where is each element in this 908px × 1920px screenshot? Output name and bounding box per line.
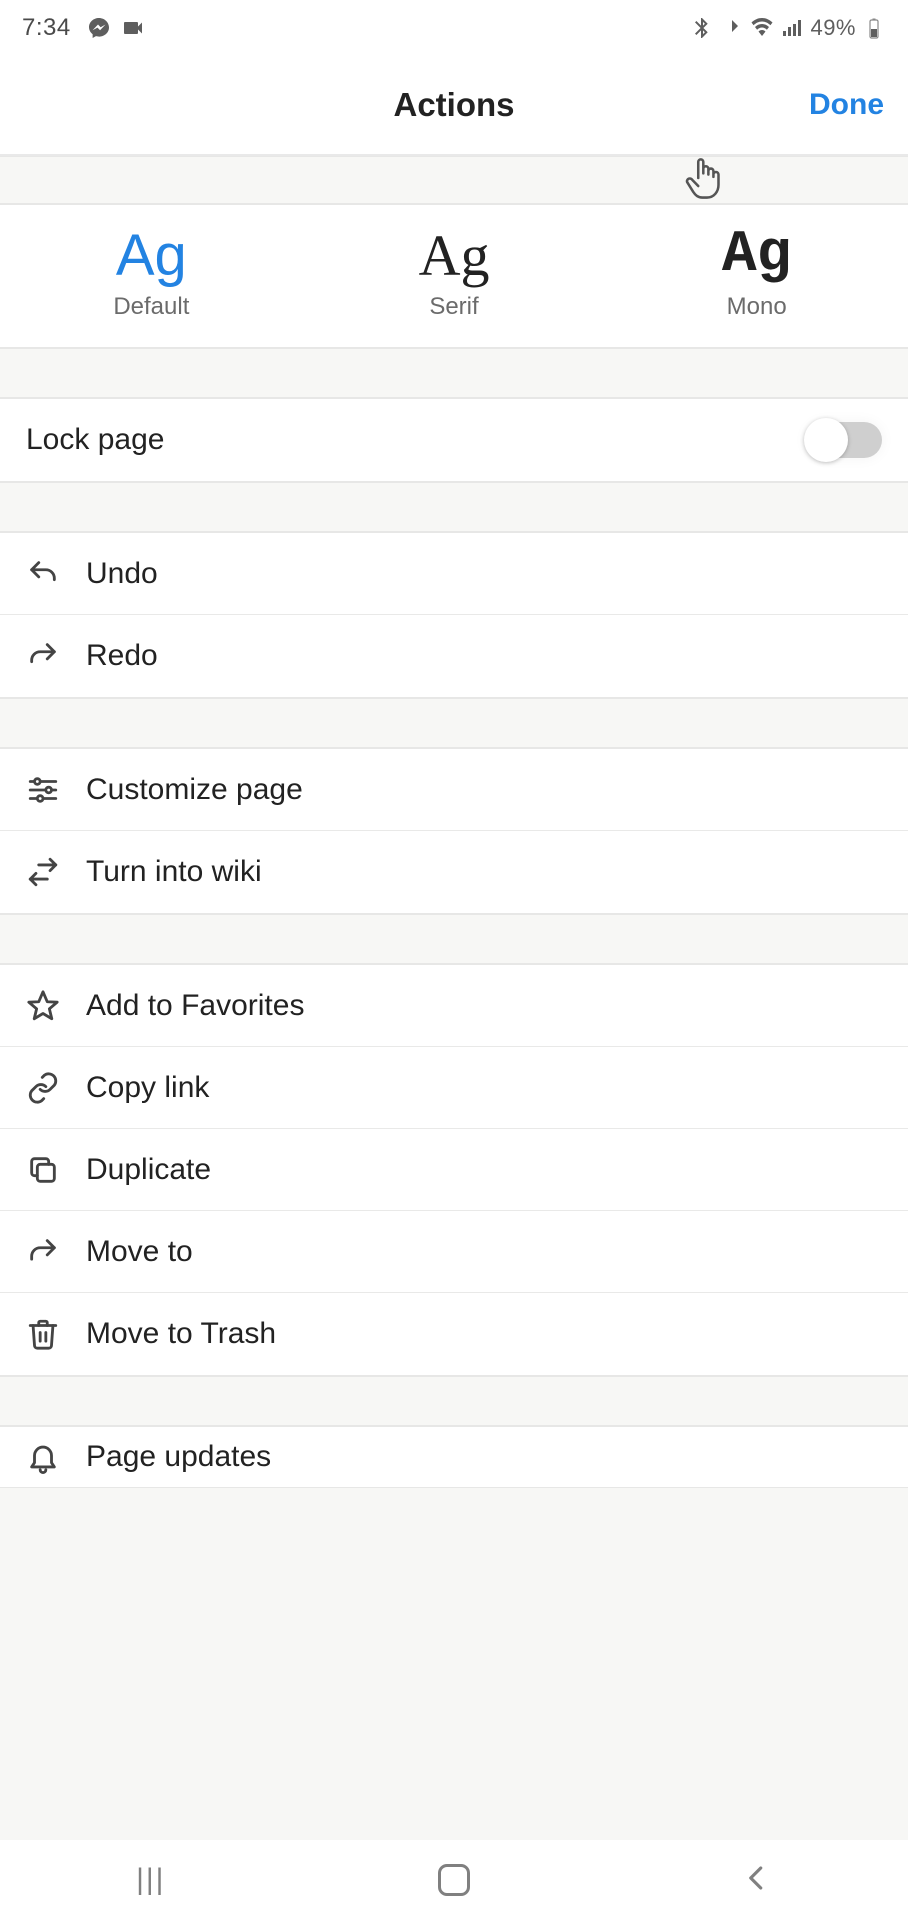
bluetooth-icon [690,16,714,40]
redo-label: Redo [86,639,158,673]
redo-icon [26,639,60,673]
undo-row[interactable]: Undo [0,533,908,615]
font-option-default[interactable]: Ag Default [0,205,303,347]
convert-icon [26,855,60,889]
link-icon [26,1071,60,1105]
font-option-serif[interactable]: Ag Serif [303,205,606,347]
video-icon [121,16,145,40]
battery-text: 49% [810,15,856,41]
font-label-serif: Serif [429,293,478,321]
section-gap [0,482,908,532]
undo-label: Undo [86,557,158,591]
undo-icon [26,557,60,591]
customize-page-label: Customize page [86,773,303,807]
arrow-forward-icon [26,1235,60,1269]
messenger-icon [87,16,111,40]
cursor-pointer-icon [684,155,724,201]
sliders-icon [26,773,60,807]
wifi-icon [750,16,774,40]
font-sample-serif: Ag [419,227,490,285]
page-updates-row[interactable]: Page updates [0,1427,908,1487]
status-bar: 7:34 49% [0,0,908,56]
trash-icon [26,1317,60,1351]
section-gap [0,914,908,964]
signal-icon [780,16,804,40]
content-scroll[interactable]: Ag Default Ag Serif Ag Mono Lock page Un… [0,156,908,1920]
header: Actions Done [0,56,908,156]
section-gap [0,156,908,204]
section-gap [0,698,908,748]
lock-page-toggle[interactable] [806,422,882,458]
font-label-mono: Mono [727,293,787,321]
duplicate-icon [26,1153,60,1187]
nav-recents-button[interactable]: ||| [136,1863,165,1897]
battery-icon [862,16,886,40]
add-favorites-label: Add to Favorites [86,989,304,1023]
duplicate-row[interactable]: Duplicate [0,1129,908,1211]
duplicate-label: Duplicate [86,1153,211,1187]
turn-into-wiki-label: Turn into wiki [86,855,262,889]
font-label-default: Default [113,293,189,321]
turn-into-wiki-row[interactable]: Turn into wiki [0,831,908,913]
move-to-trash-row[interactable]: Move to Trash [0,1293,908,1375]
copy-link-label: Copy link [86,1071,209,1105]
vibrate-icon [720,16,744,40]
lock-page-row[interactable]: Lock page [0,399,908,481]
add-favorites-row[interactable]: Add to Favorites [0,965,908,1047]
section-gap [0,1376,908,1426]
font-option-mono[interactable]: Ag Mono [605,205,908,347]
nav-home-button[interactable] [438,1864,470,1896]
font-sample-default: Ag [116,227,187,285]
move-to-row[interactable]: Move to [0,1211,908,1293]
redo-row[interactable]: Redo [0,615,908,697]
nav-back-button[interactable] [742,1863,772,1898]
move-to-label: Move to [86,1235,193,1269]
bell-icon [26,1440,60,1474]
android-nav-bar: ||| [0,1840,908,1920]
move-to-trash-label: Move to Trash [86,1317,276,1351]
section-gap [0,348,908,398]
page-updates-label: Page updates [86,1440,271,1474]
done-button[interactable]: Done [809,88,884,122]
page-title: Actions [0,86,908,124]
star-icon [26,989,60,1023]
font-sample-mono: Ag [722,227,792,285]
status-time: 7:34 [22,14,71,42]
copy-link-row[interactable]: Copy link [0,1047,908,1129]
lock-page-label: Lock page [26,423,164,457]
customize-page-row[interactable]: Customize page [0,749,908,831]
font-chooser: Ag Default Ag Serif Ag Mono [0,204,908,348]
